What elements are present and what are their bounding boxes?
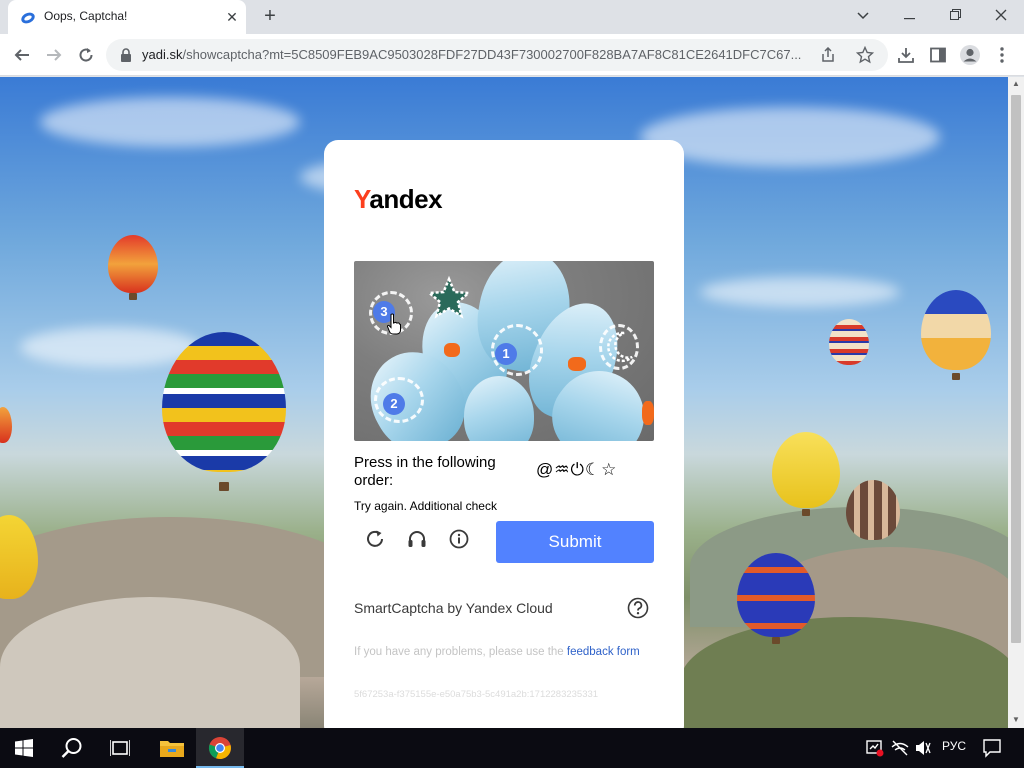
language-indicator[interactable]: РУС xyxy=(942,739,966,753)
hot-air-balloon xyxy=(0,407,12,443)
yandex-disk-favicon-icon xyxy=(21,12,35,24)
tab-close-icon[interactable]: ✕ xyxy=(224,9,240,25)
crocus-stamen xyxy=(642,401,654,425)
refresh-icon[interactable] xyxy=(364,528,390,554)
crescent-moon-target-icon[interactable] xyxy=(606,331,634,363)
security-shield-icon[interactable] xyxy=(866,739,884,757)
symbol-order-sequence: @♒⏻☾☆ xyxy=(536,460,618,479)
hand-cursor-icon xyxy=(386,313,401,335)
yandex-logo: Yandex xyxy=(354,184,443,214)
windows-taskbar: РУС xyxy=(0,728,1024,768)
side-panel-icon[interactable] xyxy=(924,41,952,69)
click-marker-2: 2 xyxy=(383,393,405,415)
crocus-petal xyxy=(464,376,534,441)
balloon-basket xyxy=(219,482,229,491)
hot-air-balloon xyxy=(829,319,869,365)
forward-arrow-icon[interactable] xyxy=(40,41,68,69)
windows-start-button[interactable] xyxy=(0,728,48,768)
cloud xyxy=(20,327,200,367)
help-question-icon[interactable] xyxy=(627,597,649,619)
tab-active[interactable]: Oops, Captcha! ✕ xyxy=(8,0,246,34)
info-icon[interactable] xyxy=(448,528,474,554)
hot-air-balloon xyxy=(108,235,158,293)
scrollbar[interactable]: ▲ ▼ xyxy=(1008,77,1024,728)
back-arrow-icon[interactable] xyxy=(8,41,36,69)
minimize-button[interactable] xyxy=(886,0,932,30)
more-menu-icon[interactable] xyxy=(988,41,1016,69)
balloon-basket xyxy=(129,293,137,300)
session-token: 5f67253a-f375155e-e50a75b3-5c491a2b:1712… xyxy=(354,689,599,700)
search-icon[interactable] xyxy=(48,728,96,768)
cloud xyxy=(640,107,940,167)
balloon-basket xyxy=(952,373,960,380)
bookmark-star-icon[interactable] xyxy=(855,45,875,64)
hot-air-balloon xyxy=(737,553,815,637)
smartcaptcha-brand-text: SmartCaptcha by Yandex Cloud xyxy=(354,600,553,616)
click-marker-1: 1 xyxy=(495,343,517,365)
reload-icon[interactable] xyxy=(72,41,100,69)
crocus-stamen xyxy=(444,343,460,357)
tab-search-chevron-down-icon[interactable] xyxy=(840,0,886,30)
balloon-basket xyxy=(802,509,810,516)
cloud xyxy=(40,97,300,147)
tab-title: Oops, Captcha! xyxy=(44,9,128,23)
restore-button[interactable] xyxy=(932,0,978,30)
submit-button[interactable]: Submit xyxy=(496,521,654,563)
profile-avatar-icon[interactable] xyxy=(956,41,984,69)
scroll-thumb[interactable] xyxy=(1011,95,1021,643)
chrome-taskbar-icon[interactable] xyxy=(196,728,244,768)
crocus-stamen xyxy=(568,357,586,371)
volume-icon[interactable] xyxy=(914,739,932,757)
captcha-card: Yandex 3 1 2 Press in the following orde… xyxy=(324,140,684,740)
lock-icon[interactable] xyxy=(120,48,132,62)
hot-air-balloon xyxy=(772,432,840,508)
feedback-notice: If you have any problems, please use the… xyxy=(354,646,640,658)
captcha-instruction: Press in the following order: xyxy=(354,454,496,489)
feedback-form-link[interactable]: feedback form xyxy=(567,646,640,658)
balloon-basket xyxy=(772,637,780,644)
share-icon[interactable] xyxy=(820,46,836,63)
tab-bar: Oops, Captcha! ✕ + xyxy=(0,0,1024,34)
download-icon[interactable] xyxy=(892,41,920,69)
audio-headphones-icon[interactable] xyxy=(406,528,432,554)
scroll-up-arrow-icon[interactable]: ▲ xyxy=(1008,77,1024,91)
captcha-image[interactable]: 3 1 2 xyxy=(354,261,654,441)
url-text[interactable]: yadi.sk/showcaptcha?mt=5C8509FEB9AC95030… xyxy=(142,47,822,62)
browser-toolbar: yadi.sk/showcaptcha?mt=5C8509FEB9AC95030… xyxy=(0,34,1024,76)
hot-air-balloon xyxy=(846,480,900,540)
retry-message: Try again. Additional check xyxy=(354,499,497,513)
star-target-icon[interactable] xyxy=(425,275,473,323)
file-explorer-icon[interactable] xyxy=(148,728,196,768)
scroll-down-arrow-icon[interactable]: ▼ xyxy=(1008,713,1024,727)
address-bar[interactable]: yadi.sk/showcaptcha?mt=5C8509FEB9AC95030… xyxy=(106,39,888,71)
rock-formation xyxy=(0,597,300,728)
hot-air-balloon xyxy=(921,290,991,370)
valley-field xyxy=(680,617,1008,728)
close-window-button[interactable] xyxy=(978,0,1024,30)
hot-air-balloon-patterned xyxy=(162,332,286,472)
network-disconnected-icon[interactable] xyxy=(890,739,910,757)
notification-center-icon[interactable] xyxy=(982,738,1002,758)
task-view-icon[interactable] xyxy=(96,728,144,768)
new-tab-button[interactable]: + xyxy=(258,5,282,29)
cloud xyxy=(700,277,900,307)
